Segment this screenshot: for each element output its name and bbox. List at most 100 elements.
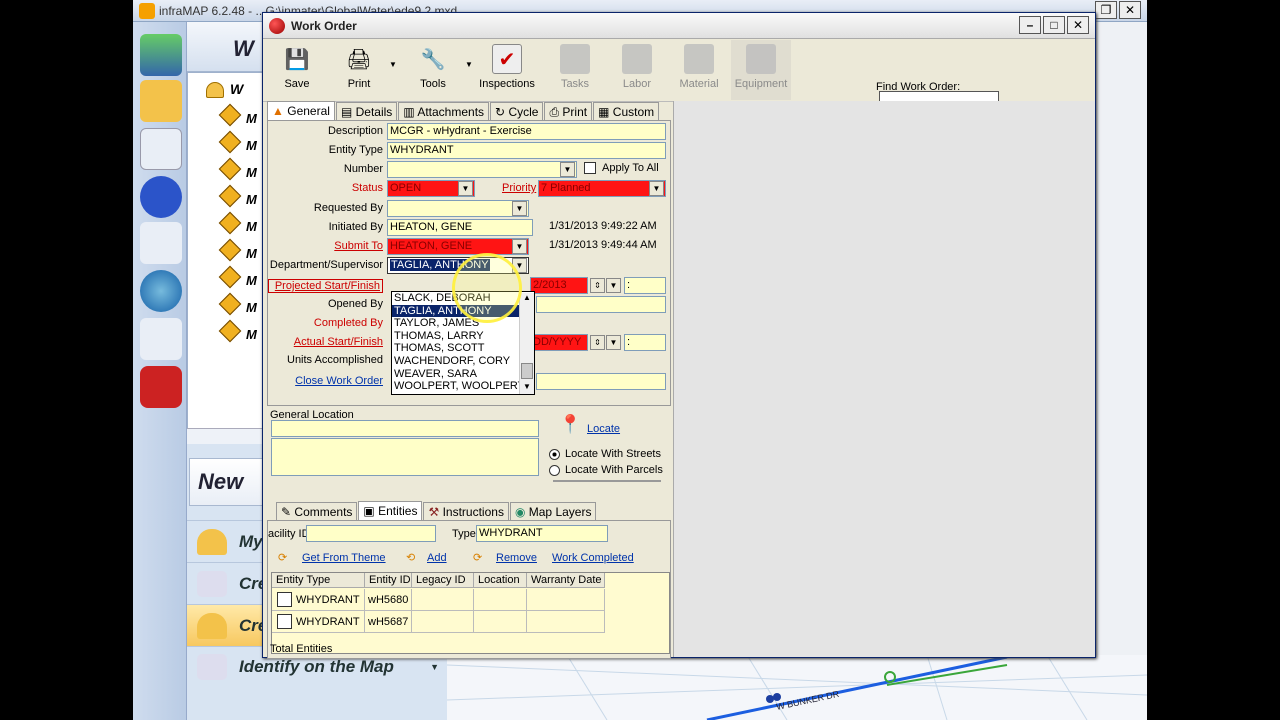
tree-item[interactable]: M	[218, 103, 257, 127]
add-link[interactable]: Add	[427, 552, 447, 564]
locate-parcels-radio[interactable]	[549, 465, 560, 476]
table-row[interactable]: WHYDRANT wH5680	[272, 589, 669, 611]
description-field[interactable]: MCGR - wHydrant - Exercise	[387, 123, 666, 140]
tree-item[interactable]: M	[218, 238, 257, 262]
inspections-button[interactable]: ✔ Inspections	[477, 40, 537, 100]
projected-start-finish-link[interactable]: Projected Start/Finish	[268, 279, 383, 293]
tab-general[interactable]: ▲ General	[267, 101, 335, 121]
maximize-button[interactable]: □	[1043, 16, 1065, 34]
projected-finish-date[interactable]: 2/2013	[530, 277, 588, 294]
tree-item[interactable]: M	[218, 211, 257, 235]
tab-comments[interactable]: ✎ Comments	[276, 502, 358, 521]
initiated-by-field[interactable]: HEATON, GENE	[387, 219, 533, 236]
tab-custom[interactable]: ▦ Custom	[593, 102, 660, 121]
tab-attachments[interactable]: ▥ Attachments	[398, 102, 490, 121]
material-button[interactable]: Material	[669, 40, 729, 100]
print-button[interactable]: 🖨 Print	[329, 40, 389, 100]
requested-by-field[interactable]	[387, 200, 529, 217]
apply-to-all-checkbox[interactable]	[584, 162, 596, 174]
tab-details[interactable]: ▤ Details	[335, 102, 398, 121]
col-entity-id[interactable]: Entity ID	[365, 573, 412, 588]
get-from-theme-link[interactable]: Get From Theme	[302, 552, 386, 564]
tree-item[interactable]: M	[218, 292, 257, 316]
tree-item[interactable]: M	[218, 265, 257, 289]
tab-print[interactable]: ⎙ Print	[544, 102, 593, 121]
requested-by-dropdown-icon[interactable]: ▼	[512, 201, 527, 216]
actual-start-finish-link[interactable]: Actual Start/Finish	[268, 336, 383, 348]
submit-to-field[interactable]: HEATON, GENE	[387, 238, 529, 255]
tab-cycle[interactable]: ↻ Cycle	[490, 102, 544, 121]
scroll-thumb[interactable]	[521, 363, 533, 379]
dropdown-option[interactable]: WACHENDORF, CORY	[392, 355, 534, 368]
number-field[interactable]	[387, 161, 577, 178]
dropdown-scrollbar[interactable]: ▲ ▼	[519, 293, 534, 394]
general-location-field[interactable]	[271, 420, 539, 437]
close-work-order-link[interactable]: Close Work Order	[268, 375, 383, 387]
equipment-button[interactable]: Equipment	[731, 40, 791, 100]
general-location-notes[interactable]	[271, 438, 539, 476]
tree-item[interactable]: M	[218, 130, 257, 154]
plug-icon[interactable]	[140, 366, 182, 408]
dropdown-option[interactable]: TAYLOR, JAMES	[392, 317, 534, 330]
type-field[interactable]: WHYDRANT	[476, 525, 608, 542]
pen-chart-icon[interactable]	[140, 128, 182, 170]
labor-button[interactable]: Labor	[607, 40, 667, 100]
minimize-button[interactable]: –	[1019, 16, 1041, 34]
col-legacy-id[interactable]: Legacy ID	[412, 573, 474, 588]
tab-instructions[interactable]: ⚒ Instructions	[423, 502, 509, 521]
opened-by-date[interactable]	[536, 296, 666, 313]
col-warranty-date[interactable]: Warranty Date	[527, 573, 605, 588]
facility-id-field[interactable]	[306, 525, 436, 542]
tasks-button[interactable]: Tasks	[545, 40, 605, 100]
status-dropdown-icon[interactable]: ▼	[458, 181, 473, 196]
tab-entities[interactable]: ▣ Entities	[358, 501, 423, 521]
compass-icon[interactable]	[140, 270, 182, 312]
scroll-down-icon[interactable]: ▼	[520, 382, 534, 394]
scroll-up-icon[interactable]: ▲	[520, 293, 534, 305]
actual-finish-date[interactable]: DD/YYYY	[530, 334, 588, 351]
actual-calendar-dropdown-icon[interactable]: ▼	[606, 335, 621, 350]
tab-map-layers[interactable]: ◉ Map Layers	[509, 502, 597, 521]
binoculars-icon[interactable]	[140, 222, 182, 264]
tree-item[interactable]: M	[218, 319, 257, 343]
row-checkbox[interactable]	[277, 592, 292, 607]
dropdown-option[interactable]: WOOLPERT, WOOLPERT	[392, 380, 534, 393]
map-view[interactable]: W BUNKER DR	[446, 654, 1147, 720]
close-button[interactable]: ✕	[1067, 16, 1089, 34]
entities-grid[interactable]: Entity Type Entity ID Legacy ID Location…	[271, 572, 670, 654]
layers-icon[interactable]	[140, 34, 182, 76]
priority-field[interactable]: 7 Planned	[538, 180, 666, 197]
locate-streets-radio[interactable]	[549, 449, 560, 460]
app-close-button[interactable]: ✕	[1119, 1, 1141, 19]
tree-item[interactable]: M	[218, 184, 257, 208]
priority-link[interactable]: Priority	[502, 182, 536, 194]
priority-dropdown-icon[interactable]: ▼	[649, 181, 664, 196]
projected-calendar-dropdown-icon[interactable]: ▼	[606, 278, 621, 293]
tree-root[interactable]: W	[206, 81, 243, 99]
col-entity-type[interactable]: Entity Type	[272, 573, 365, 588]
work-completed-link[interactable]: Work Completed	[552, 552, 634, 564]
dropdown-option[interactable]: THOMAS, LARRY	[392, 330, 534, 343]
col-location[interactable]: Location	[474, 573, 527, 588]
dropdown-option[interactable]: WEAVER, SARA	[392, 368, 534, 381]
submit-to-link[interactable]: Submit To	[268, 240, 383, 252]
tools-button[interactable]: 🔧 Tools	[403, 40, 463, 100]
close-date-field[interactable]	[536, 373, 666, 390]
number-dropdown-icon[interactable]: ▼	[560, 162, 575, 177]
table-row[interactable]: WHYDRANT wH5687	[272, 611, 669, 633]
save-button[interactable]: 💾 Save	[267, 40, 327, 100]
network-icon[interactable]	[140, 318, 182, 360]
dropdown-option[interactable]: THOMAS, SCOTT	[392, 342, 534, 355]
actual-spinner-icon[interactable]: ⇕	[590, 335, 605, 350]
location-slider[interactable]	[553, 480, 661, 482]
remove-link[interactable]: Remove	[496, 552, 537, 564]
actual-finish-time[interactable]: :	[624, 334, 666, 351]
help-icon[interactable]	[140, 176, 182, 218]
locate-link[interactable]: Locate	[587, 423, 620, 435]
entity-type-field[interactable]: WHYDRANT	[387, 142, 666, 159]
tree-item[interactable]: M	[218, 157, 257, 181]
hardhat-icon[interactable]	[140, 80, 182, 122]
app-restore-button[interactable]: ❐	[1095, 1, 1117, 19]
row-checkbox[interactable]	[277, 614, 292, 629]
projected-finish-time[interactable]: :	[624, 277, 666, 294]
